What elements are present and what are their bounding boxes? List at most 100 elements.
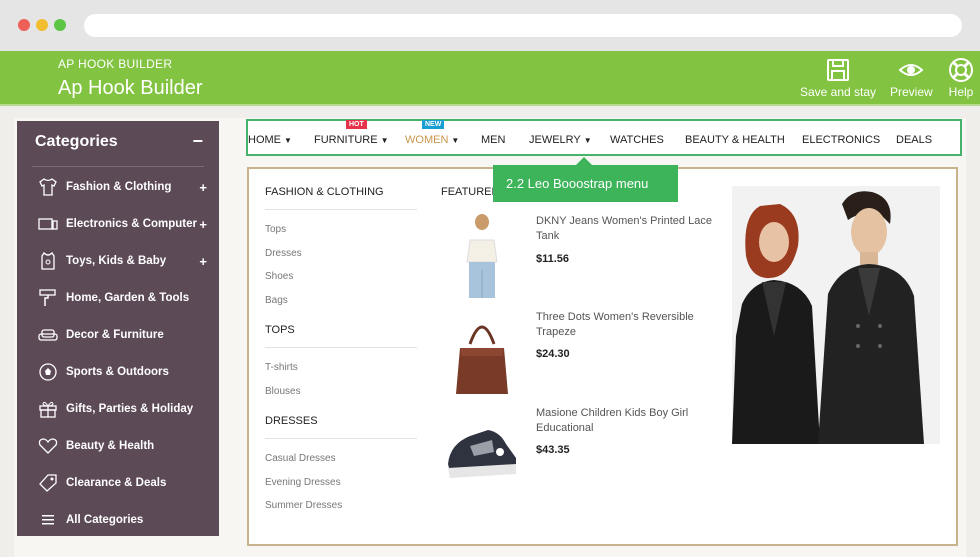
baby-shirt-icon xyxy=(37,251,59,271)
sidebar-item-label: Fashion & Clothing xyxy=(66,181,172,193)
menu-item-beauty-health[interactable]: BEAUTY & HEALTH xyxy=(685,134,785,146)
column-title[interactable]: DRESSES xyxy=(265,415,318,427)
column-divider xyxy=(265,209,417,210)
menu-item-label: MEN xyxy=(481,134,506,146)
maximize-window-button[interactable] xyxy=(54,19,66,31)
sidebar-item-label: Gifts, Parties & Holiday xyxy=(66,403,194,415)
categories-sidebar: Categories − Fashion & Clothing + Electr… xyxy=(17,121,219,536)
sidebar-item-sports-outdoors[interactable]: Sports & Outdoors xyxy=(37,357,213,387)
sidebar-item-label: Decor & Furniture xyxy=(66,329,164,341)
sidebar-item-label: All Categories xyxy=(66,514,144,526)
page-title: Ap Hook Builder xyxy=(58,77,203,99)
menu-link[interactable]: Tops xyxy=(265,224,286,235)
menu-link[interactable]: Shoes xyxy=(265,271,293,282)
lifebuoy-icon xyxy=(949,58,973,82)
minimize-window-button[interactable] xyxy=(36,19,48,31)
sidebar-item-decor-furniture[interactable]: Decor & Furniture xyxy=(37,320,213,350)
sidebar-item-label: Clearance & Deals xyxy=(66,477,167,489)
sidebar-item-fashion-clothing[interactable]: Fashion & Clothing + xyxy=(37,172,213,202)
app-header: AP HOOK BUILDER Ap Hook Builder Save and… xyxy=(0,51,980,104)
sidebar-item-toys-kids-baby[interactable]: Toys, Kids & Baby + xyxy=(37,246,213,276)
sidebar-item-label: Home, Garden & Tools xyxy=(66,292,190,304)
devices-icon xyxy=(37,214,59,234)
sidebar-item-label: Sports & Outdoors xyxy=(66,366,169,378)
menu-icon xyxy=(37,510,59,530)
sidebar-title: Categories xyxy=(35,133,118,150)
menu-link[interactable]: Blouses xyxy=(265,386,301,397)
sidebar-divider xyxy=(32,166,204,167)
sidebar-item-home-garden-tools[interactable]: Home, Garden & Tools xyxy=(37,283,213,313)
sidebar-item-clearance-deals[interactable]: Clearance & Deals xyxy=(37,468,213,498)
product-name[interactable]: DKNY Jeans Women's Printed Lace Tank xyxy=(536,214,716,244)
help-label: Help xyxy=(948,85,974,99)
menu-link[interactable]: Bags xyxy=(265,295,288,306)
menu-item-deals[interactable]: DEALS xyxy=(896,134,932,146)
shirt-icon xyxy=(37,177,59,197)
menu-item-men[interactable]: MEN xyxy=(481,134,505,146)
product-name[interactable]: Masione Children Kids Boy Girl Education… xyxy=(536,406,716,436)
column-title[interactable]: TOPS xyxy=(265,324,295,336)
expand-icon[interactable]: + xyxy=(199,180,207,195)
main-menu-bar: HOME ▼ HOT FURNITURE ▼ NEW WOMEN ▼ MEN JEWE… xyxy=(246,119,962,156)
menu-item-furniture[interactable]: HOT FURNITURE ▼ xyxy=(314,120,389,146)
fashion-banner-image[interactable] xyxy=(732,186,940,444)
menu-link[interactable]: Casual Dresses xyxy=(265,453,336,464)
save-and-stay-button[interactable]: Save and stay xyxy=(800,57,876,99)
expand-icon[interactable]: + xyxy=(199,217,207,232)
menu-tooltip: 2.2 Leo Booostrap menu xyxy=(493,157,678,202)
menu-item-label: DEALS xyxy=(896,134,933,146)
tag-icon xyxy=(37,473,59,493)
menu-item-label: HOME xyxy=(248,134,281,146)
soccer-ball-icon xyxy=(37,362,59,382)
new-badge: NEW xyxy=(422,120,445,129)
address-bar[interactable] xyxy=(84,14,962,37)
save-icon xyxy=(827,59,850,81)
collapse-categories-button[interactable]: − xyxy=(192,131,203,152)
preview-button[interactable]: Preview xyxy=(890,57,933,99)
preview-label: Preview xyxy=(890,85,933,99)
menu-item-electronics[interactable]: ELECTRONICS xyxy=(802,134,880,146)
sidebar-item-label: Electronics & Computer xyxy=(66,218,197,230)
expand-icon[interactable]: + xyxy=(199,254,207,269)
close-window-button[interactable] xyxy=(18,19,30,31)
featured-title: FEATURED xyxy=(441,186,500,198)
menu-item-jewelry[interactable]: JEWELRY ▼ xyxy=(529,134,592,146)
menu-item-watches[interactable]: WATCHES xyxy=(610,134,664,146)
help-button[interactable]: Help xyxy=(948,57,974,99)
gift-icon xyxy=(37,399,59,419)
eye-icon xyxy=(898,64,924,76)
caret-down-icon: ▼ xyxy=(284,136,292,145)
hot-badge: HOT xyxy=(346,120,367,129)
browser-chrome xyxy=(0,0,980,51)
menu-item-label: JEWELRY xyxy=(529,134,581,146)
product-price: $11.56 xyxy=(536,253,570,265)
menu-link[interactable]: Dresses xyxy=(265,248,302,259)
sidebar-item-label: Beauty & Health xyxy=(66,440,155,452)
sidebar-item-label: Toys, Kids & Baby xyxy=(66,255,167,267)
save-and-stay-label: Save and stay xyxy=(800,85,877,99)
sidebar-item-beauty-health[interactable]: Beauty & Health xyxy=(37,431,213,461)
product-image-trapeze-bag[interactable] xyxy=(440,308,520,398)
paint-roller-icon xyxy=(37,288,59,308)
menu-link[interactable]: T-shirts xyxy=(265,362,298,373)
sidebar-item-gifts-parties-holiday[interactable]: Gifts, Parties & Holiday xyxy=(37,394,213,424)
menu-link[interactable]: Summer Dresses xyxy=(265,500,342,511)
product-image-kids-sneaker[interactable] xyxy=(440,404,520,494)
sidebar-item-all-categories[interactable]: All Categories xyxy=(37,505,213,535)
menu-item-home[interactable]: HOME ▼ xyxy=(248,134,292,146)
sidebar-item-electronics-computer[interactable]: Electronics & Computer + xyxy=(37,209,213,239)
caret-down-icon: ▼ xyxy=(451,136,460,145)
heart-icon xyxy=(37,436,59,456)
menu-link[interactable]: Evening Dresses xyxy=(265,477,341,488)
product-price: $24.30 xyxy=(536,348,570,360)
menu-item-women[interactable]: NEW WOMEN ▼ xyxy=(405,120,460,146)
column-divider xyxy=(265,438,417,439)
product-name[interactable]: Three Dots Women's Reversible Trapeze xyxy=(536,310,716,340)
menu-item-label: WATCHES xyxy=(610,134,664,146)
caret-down-icon: ▼ xyxy=(380,136,389,145)
column-title[interactable]: FASHION & CLOTHING xyxy=(265,186,384,198)
sofa-icon xyxy=(37,325,59,345)
product-price: $43.35 xyxy=(536,444,570,456)
caret-down-icon: ▼ xyxy=(583,136,592,145)
product-image-lace-tank[interactable] xyxy=(440,212,520,302)
